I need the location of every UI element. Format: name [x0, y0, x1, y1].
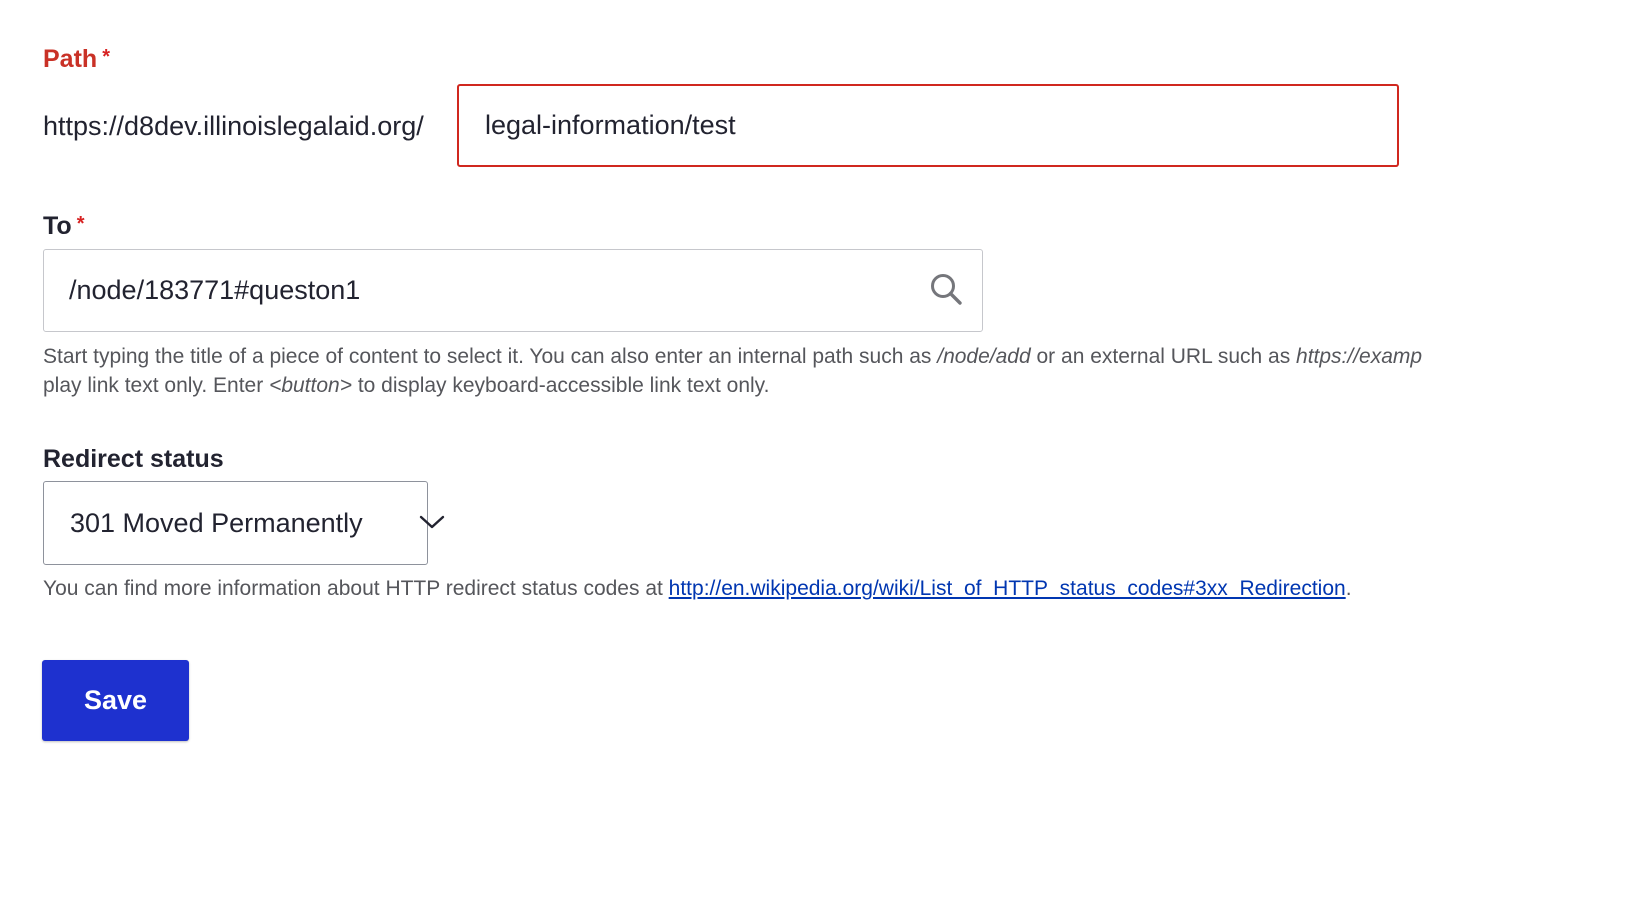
http-status-codes-link[interactable]: http://en.wikipedia.org/wiki/List_of_HTT… [669, 577, 1346, 600]
to-description-text: or an external URL such as [1030, 345, 1297, 368]
redirect-status-description-text: You can find more information about HTTP… [43, 577, 669, 600]
to-label-text: To [43, 212, 72, 240]
search-icon [931, 274, 962, 305]
to-description-line-2: play link text only. Enter <button> to d… [43, 371, 769, 401]
required-marker: * [102, 46, 110, 68]
path-prefix: https://d8dev.illinoislegalaid.org/ [43, 111, 424, 141]
to-description-text: to display keyboard-accessible link text… [351, 374, 770, 397]
path-label: Path * [43, 44, 110, 74]
to-description-example-external: https://examp [1296, 345, 1423, 368]
path-label-text: Path [43, 45, 98, 73]
to-label: To * [43, 211, 84, 241]
redirect-status-label: Redirect status [43, 445, 224, 473]
to-description-example-button: <button> [269, 374, 352, 397]
redirect-status-description-suffix: . [1345, 577, 1352, 600]
to-description-text: play link text only. Enter [43, 374, 270, 397]
save-button[interactable]: Save [42, 660, 189, 741]
redirect-status-selected-value: 301 Moved Permanently [70, 507, 363, 538]
to-description-line-1: Start typing the title of a piece of con… [43, 342, 1422, 372]
redirect-status-description: You can find more information about HTTP… [43, 574, 1352, 604]
to-description-text: Start typing the title of a piece of con… [43, 345, 938, 368]
chevron-down-icon [419, 515, 445, 529]
redirect-status-select[interactable]: 301 Moved Permanently [43, 481, 445, 565]
to-description-example-internal: /node/add [937, 345, 1031, 368]
to-autocomplete-input[interactable] [43, 249, 983, 332]
path-input[interactable] [457, 84, 1399, 167]
required-marker: * [76, 213, 85, 235]
